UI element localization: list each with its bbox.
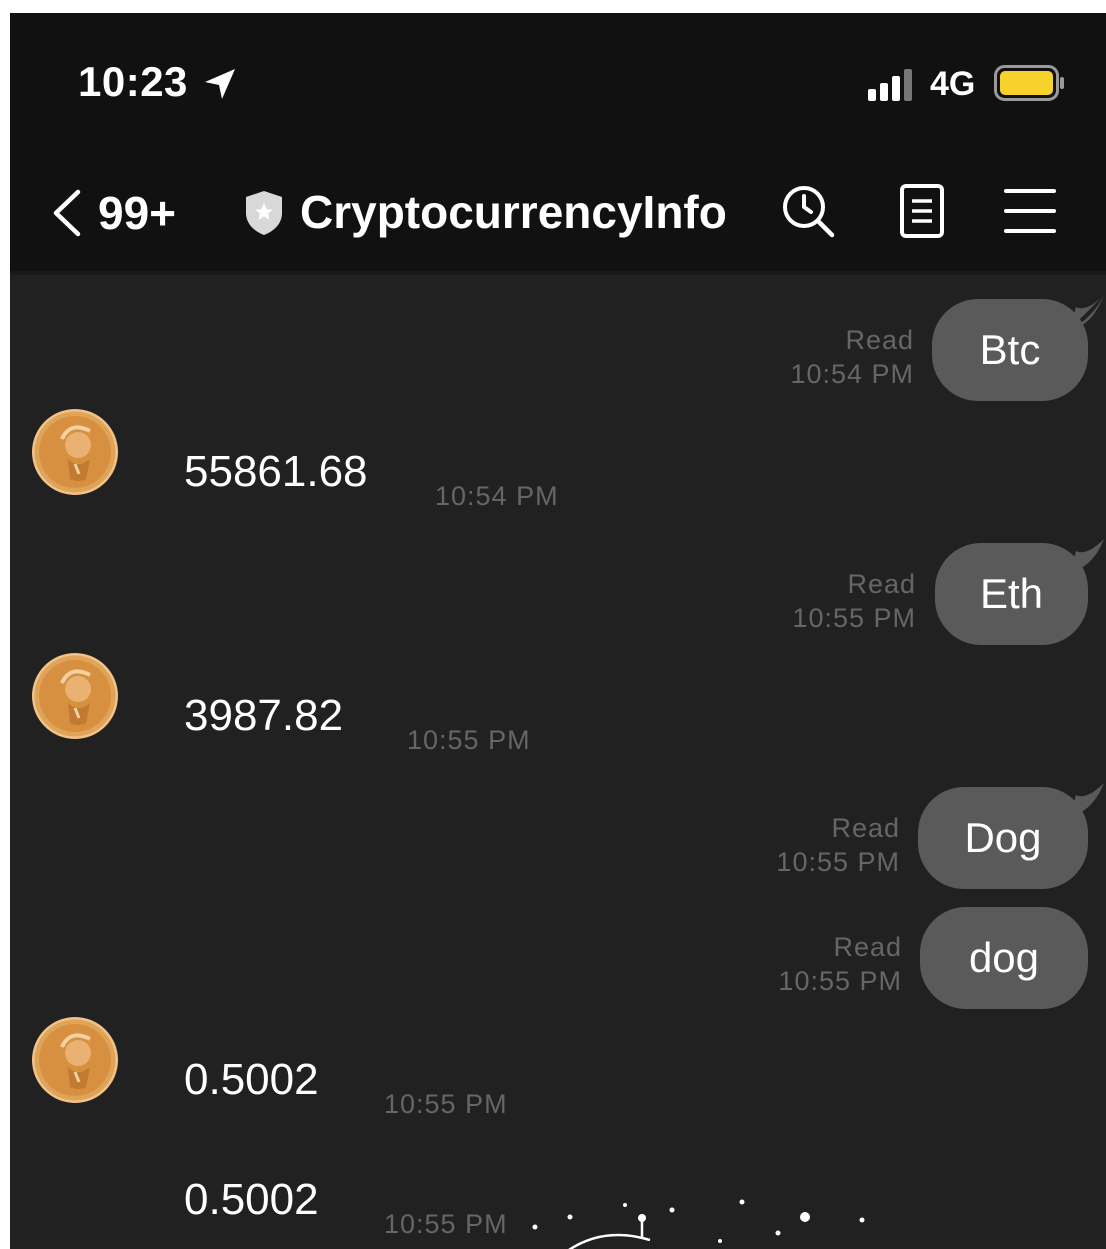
location-arrow-icon [205, 69, 235, 99]
status-time: 10:23 [78, 58, 188, 105]
hamburger-menu-icon[interactable] [1000, 181, 1060, 241]
outgoing-message-bubble[interactable]: Dog [918, 787, 1088, 889]
shield-star-icon [246, 191, 282, 235]
incoming-message-text[interactable]: 55861.68 [184, 447, 368, 497]
back-button[interactable]: 99+ [50, 186, 176, 240]
search-clock-icon[interactable] [778, 181, 838, 241]
incoming-message-text[interactable]: 3987.82 [184, 691, 343, 741]
message-text: dog [968, 934, 1040, 981]
chat-title: CryptocurrencyInfo [300, 186, 727, 238]
outgoing-message-bubble[interactable]: dog [920, 907, 1088, 1009]
message-time: 10:54 PM [435, 481, 559, 511]
read-receipt: Read 10:55 PM [778, 932, 902, 996]
sender-avatar[interactable] [32, 1017, 118, 1103]
incoming-message-text[interactable]: 0.5002 [184, 1175, 319, 1225]
phone-screen: 10:23 4G 99+ CryptocurrencyInfo Read 10:… [10, 13, 1106, 1249]
unread-count: 99+ [98, 187, 177, 239]
chat-header: 99+ CryptocurrencyInfo [10, 153, 1106, 275]
message-text: Btc [979, 326, 1041, 373]
read-receipt: Read 10:55 PM [776, 813, 900, 877]
read-receipt: Read 10:54 PM [790, 325, 914, 389]
battery-icon [994, 65, 1064, 101]
message-time: 10:55 PM [384, 1209, 508, 1239]
signal-bars-icon [868, 69, 912, 101]
message-time: 10:55 PM [407, 725, 531, 755]
bubble-tail [1070, 295, 1104, 329]
sender-avatar[interactable] [32, 409, 118, 495]
coin-avatar-icon [32, 653, 118, 739]
message-time: 10:55 PM [384, 1089, 508, 1119]
sender-avatar[interactable] [32, 653, 118, 739]
bubble-tail [1070, 539, 1104, 573]
sticker-doodle [532, 1199, 865, 1249]
note-document-icon[interactable] [892, 181, 952, 241]
status-bar: 10:23 4G [10, 13, 1106, 153]
bubble-tail [1070, 783, 1104, 817]
message-text: Eth [979, 570, 1044, 617]
read-receipt: Read 10:55 PM [792, 569, 916, 633]
incoming-message-text[interactable]: 0.5002 [184, 1055, 319, 1105]
network-type: 4G [930, 65, 976, 103]
outgoing-message-bubble[interactable]: Btc [932, 299, 1088, 401]
coin-avatar-icon [32, 1017, 118, 1103]
coin-avatar-icon [32, 409, 118, 495]
message-list[interactable]: Read 10:54 PM Btc 55861.68 10:54 PM Read… [10, 275, 1106, 1249]
message-text: Dog [964, 814, 1042, 861]
chevron-left-icon [53, 189, 81, 237]
outgoing-message-bubble[interactable]: Eth [935, 543, 1088, 645]
